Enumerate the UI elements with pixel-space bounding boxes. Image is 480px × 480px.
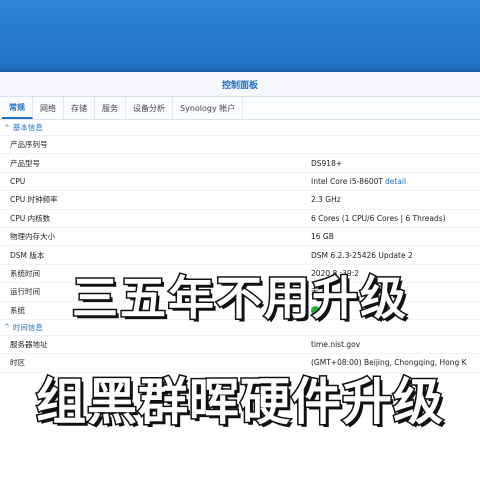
overlay-caption-line2: 组黑群晖硬件升级: [35, 372, 445, 433]
overlay-caption-line1: 三五年不用升级: [71, 270, 408, 327]
tab-network[interactable]: 网络: [33, 97, 64, 119]
row-value: DSM 6.2.3-25426 Update 2: [311, 250, 413, 260]
row-label: 产品型号: [10, 158, 40, 168]
info-row: 物理内存大小 16 GB: [0, 228, 480, 247]
section-title: 基本信息: [12, 123, 43, 132]
row-value: time.nist.gov: [311, 340, 361, 350]
row-value: 16 GB: [311, 232, 334, 242]
row-value: Intel Core i5-8600T: [311, 176, 383, 186]
info-row: CPU 内核数 6 Cores (1 CPU/6 Cores | 6 Threa…: [0, 210, 480, 228]
tab-storage[interactable]: 存储: [64, 97, 95, 119]
row-value-group: Intel Core i5-8600T detail: [311, 177, 480, 186]
row-label: 产品序列号: [10, 140, 48, 150]
chevron-up-icon: ^: [4, 123, 10, 132]
tab-bar: 常规 网络 存储 服务 设备分析 Synology 帐户: [0, 97, 480, 120]
row-label: CPU 时钟频率: [10, 195, 58, 205]
row-value: DS918+: [311, 158, 343, 168]
window-titlebar[interactable]: 控制面板: [0, 72, 480, 97]
row-label: CPU: [10, 176, 26, 186]
row-label: 服务器地址: [10, 340, 48, 350]
tab-general[interactable]: 常规: [2, 97, 33, 119]
info-row: 服务器地址 time.nist.gov: [0, 336, 480, 355]
info-row: 产品序列号: [0, 136, 480, 155]
info-row: CPU 时钟频率 2.3 GHz: [0, 191, 480, 210]
row-label: DSM 版本: [10, 250, 45, 260]
desktop-taskbar: [0, 0, 480, 72]
row-value: 6 Cores (1 CPU/6 Cores | 6 Threads): [311, 213, 446, 223]
info-row: 产品型号 DS918+: [0, 154, 480, 173]
cpu-detail-link[interactable]: detail: [385, 177, 406, 186]
tab-synology-account[interactable]: Synology 帐户: [173, 97, 244, 119]
tab-services[interactable]: 服务: [95, 97, 126, 119]
window-title: 控制面板: [221, 80, 258, 91]
section-basic-info[interactable]: ^ 基本信息: [0, 120, 480, 136]
tab-device-analytics[interactable]: 设备分析: [126, 97, 173, 119]
row-label: 物理内存大小: [10, 232, 55, 242]
row-label: CPU 内核数: [10, 213, 51, 223]
info-row: CPU Intel Core i5-8600T detail: [0, 173, 480, 192]
row-value: 2.3 GHz: [311, 195, 341, 205]
